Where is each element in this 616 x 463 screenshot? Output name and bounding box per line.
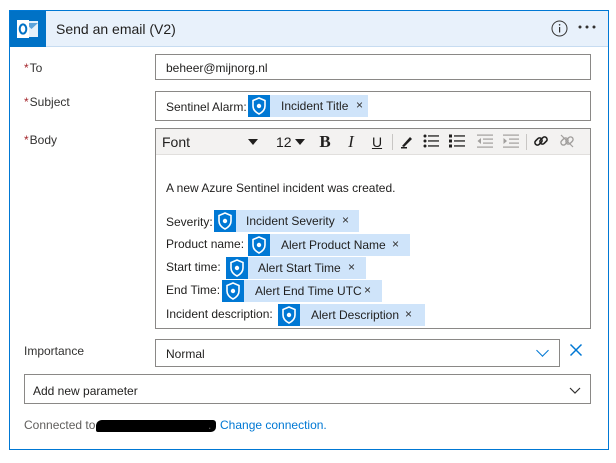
severity-label: Severity: [166,215,213,229]
add-new-parameter-dropdown[interactable]: Add new parameter [24,374,591,404]
size-caret-icon[interactable] [295,139,305,145]
product-name-label: Product name: [166,237,245,251]
to-label: *To [24,61,42,75]
body-label-text: Body [29,133,58,147]
token-label: Alert Start Time [258,261,341,275]
token-incident-severity[interactable]: Incident Severity × [214,210,359,232]
token-remove-icon[interactable]: × [392,237,399,251]
body-editor[interactable]: Font 12 B I U A new Azure Sentinel incid… [155,128,591,329]
change-connection-link[interactable]: Change connection. [220,418,327,432]
sentinel-icon [248,234,270,256]
body-label: *Body [24,133,57,147]
toolbar-divider [392,134,393,150]
token-alert-start-time[interactable]: Alert Start Time × [226,257,366,279]
sentinel-icon [214,210,236,232]
to-label-text: To [29,61,43,75]
connected-to-label: Connected to [24,418,96,432]
token-alert-description[interactable]: Alert Description × [278,304,425,326]
incident-description-label: Incident description: [166,307,273,321]
token-incident-title[interactable]: Incident Title × [248,95,368,117]
end-time-label: End Time: [166,283,221,297]
add-new-parameter-label: Add new parameter [33,384,138,398]
token-label: Incident Severity [246,214,335,228]
connected-to-suffix: . [208,418,212,432]
italic-button[interactable]: I [342,133,360,151]
token-remove-icon[interactable]: × [364,283,371,297]
outlook-icon [10,11,46,47]
info-icon[interactable] [551,20,568,37]
token-label: Alert Description [311,308,400,322]
token-label: Alert End Time UTC [255,284,362,298]
bold-button[interactable]: B [316,133,334,151]
subject-prefix: Sentinel Alarm: [166,100,247,114]
increase-indent-icon[interactable] [502,133,520,151]
redacted-connection-name [96,420,216,432]
link-icon[interactable] [532,133,550,151]
token-label: Incident Title [281,99,349,113]
token-alert-product-name[interactable]: Alert Product Name × [248,234,410,256]
required-marker: * [24,95,29,109]
sentinel-icon [222,280,244,302]
sentinel-icon [278,304,300,326]
sentinel-icon [226,257,248,279]
start-time-label: Start time: [166,260,221,274]
send-email-card: Send an email (V2) *To beheer@mijnorg.nl… [9,10,609,450]
token-remove-icon[interactable]: × [348,260,355,274]
importance-value: Normal [166,347,205,361]
subject-label-text: Subject [29,95,70,109]
token-label: Alert Product Name [281,238,386,252]
close-icon[interactable] [569,343,583,357]
required-marker: * [24,61,29,75]
sentinel-icon [248,95,270,117]
chevron-down-icon [569,384,581,394]
card-header[interactable]: Send an email (V2) [10,11,608,47]
font-dropdown[interactable]: Font [162,134,190,150]
more-options-icon[interactable] [577,20,601,38]
numbered-list-icon[interactable] [448,133,466,151]
body-intro-text: A new Azure Sentinel incident was create… [166,181,396,195]
subject-label: *Subject [24,95,70,109]
token-alert-end-time-utc[interactable]: Alert End Time UTC × [222,280,382,302]
importance-dropdown[interactable]: Normal [155,339,560,367]
token-remove-icon[interactable]: × [356,98,363,112]
required-marker: * [24,133,29,147]
toolbar-divider [526,134,527,150]
underline-button[interactable]: U [368,133,386,151]
highlight-pen-icon[interactable] [398,133,416,151]
unlink-icon[interactable] [558,133,576,151]
token-remove-icon[interactable]: × [405,307,412,321]
card-title: Send an email (V2) [56,21,176,37]
subject-field[interactable]: Sentinel Alarm: Incident Title × [155,91,591,121]
chevron-down-icon [536,344,549,357]
rich-text-toolbar: Font 12 B I U [156,129,590,155]
importance-label: Importance [24,344,85,358]
font-size-dropdown[interactable]: 12 [276,134,292,150]
bullet-list-icon[interactable] [422,133,440,151]
token-remove-icon[interactable]: × [342,213,349,227]
font-caret-icon[interactable] [248,139,258,145]
to-value: beheer@mijnorg.nl [166,61,268,75]
decrease-indent-icon[interactable] [476,133,494,151]
to-field[interactable]: beheer@mijnorg.nl [155,54,591,80]
